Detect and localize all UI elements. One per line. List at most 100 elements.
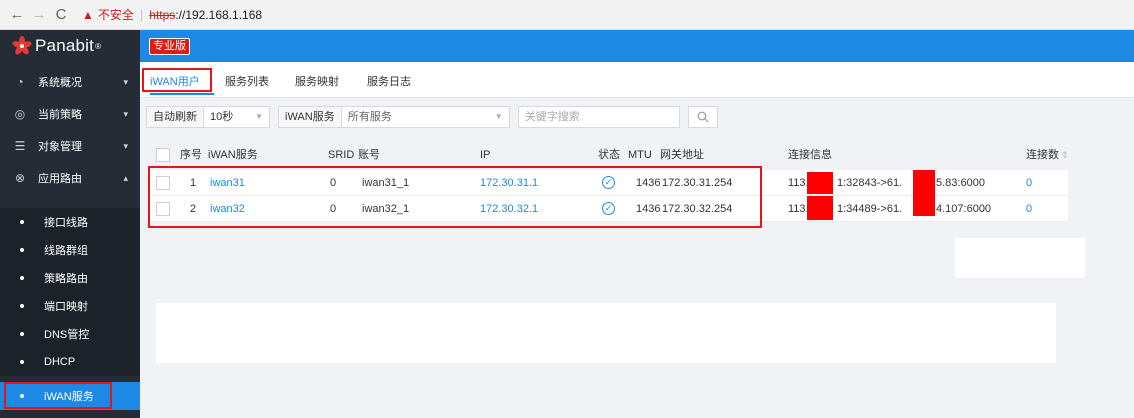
- sidebar-item-app-routing[interactable]: ⊗ 应用路由 ▴: [0, 162, 140, 194]
- cell-connection-info-b: 1:32843->61.: [837, 177, 903, 189]
- sidebar-subitem-label: DHCP: [44, 356, 76, 368]
- dropdown-arrow-icon: ▼: [255, 112, 263, 121]
- bullet-icon: [20, 220, 24, 224]
- content-area: 自动刷新 10秒 ▼ iWAN服务 所有服务 ▼ 关键字搜索 序号 iWAN服务…: [140, 98, 1134, 418]
- sidebar-subitem-label: 端口映射: [44, 301, 88, 313]
- auto-refresh-select[interactable]: 10秒 ▼: [204, 106, 270, 128]
- sort-icon: ⇕: [1061, 150, 1069, 160]
- cell-connection-count[interactable]: 0: [1026, 170, 1032, 196]
- security-warning[interactable]: ▲ 不安全: [82, 6, 134, 23]
- sidebar-item-objects[interactable]: ☰ 对象管理 ▾: [0, 130, 140, 162]
- sidebar-subitem-policy-routing[interactable]: 策略路由: [0, 264, 140, 292]
- search-icon: [697, 111, 709, 123]
- tab-service-list[interactable]: 服务列表: [225, 73, 269, 89]
- auto-refresh-label: 自动刷新: [146, 106, 204, 128]
- col-connection-count-label: 连接数: [1026, 149, 1059, 161]
- keyword-search-input[interactable]: 关键字搜索: [517, 106, 680, 128]
- logo-registered: ®: [95, 41, 101, 51]
- background-panel: [955, 238, 1085, 278]
- tab-service-log[interactable]: 服务日志: [367, 73, 411, 89]
- col-status: 状态: [598, 149, 620, 161]
- col-account: 账号: [358, 149, 380, 161]
- chevron-up-icon: ▴: [123, 172, 128, 183]
- bullet-icon: [20, 248, 24, 252]
- filter-toolbar: 自动刷新 10秒 ▼ iWAN服务 所有服务 ▼ 关键字搜索: [146, 106, 718, 128]
- col-connection-info: 连接信息: [788, 149, 832, 161]
- sidebar-subitem-dhcp[interactable]: DHCP: [0, 348, 140, 376]
- sidebar-item-overview[interactable]: ◔ 系统概况 ▾: [0, 66, 140, 98]
- iwan-service-value: 所有服务: [347, 111, 392, 123]
- security-label: 不安全: [97, 8, 134, 22]
- redaction-block: [807, 172, 833, 194]
- cell-connection-count[interactable]: 0: [1026, 196, 1032, 222]
- cell-connection-info-c: 5.83:6000: [936, 177, 985, 189]
- browser-toolbar: ← → C ▲ 不安全 | https://192.168.1.168: [0, 0, 1134, 30]
- sidebar-item-policy[interactable]: ◎ 当前策略 ▾: [0, 98, 140, 130]
- chevron-down-icon: ▾: [123, 76, 128, 87]
- logo-text: Panabit: [35, 36, 95, 55]
- sidebar-subitem-label: 线路群组: [44, 245, 88, 257]
- highlight-box: [4, 382, 112, 409]
- app-header: Panabit ® 专业版: [0, 30, 1134, 62]
- sidebar-subitem-label: 策略路由: [44, 273, 88, 285]
- bullet-icon: [20, 276, 24, 280]
- iwan-service-select[interactable]: 所有服务 ▼: [341, 106, 510, 128]
- sidebar-subitem-interface-lines[interactable]: 接口线路: [0, 208, 140, 236]
- bullet-icon: [20, 304, 24, 308]
- reload-icon[interactable]: C: [50, 6, 72, 23]
- col-srid: SRID: [328, 149, 355, 161]
- redaction-block: [913, 170, 935, 196]
- sidebar: ◔ 系统概况 ▾ ◎ 当前策略 ▾ ☰ 对象管理 ▾ ⊗ 应用路由 ▴ 接口线路…: [0, 62, 140, 418]
- active-tab-indicator: [150, 93, 214, 95]
- tab-bar: iWAN用户 服务列表 服务映射 服务日志: [140, 62, 1134, 98]
- sidebar-subitem-line-groups[interactable]: 线路群组: [0, 236, 140, 264]
- background-panel: [156, 303, 1056, 363]
- redaction-block: [913, 196, 935, 216]
- col-index: 序号: [180, 149, 202, 161]
- back-icon[interactable]: ←: [6, 6, 28, 23]
- address-bar[interactable]: https://192.168.1.168: [149, 8, 262, 22]
- main-panel: iWAN用户 服务列表 服务映射 服务日志 自动刷新 10秒 ▼ iWAN服务 …: [140, 62, 1134, 418]
- sidebar-subitem-label: DNS管控: [44, 329, 90, 341]
- sidebar-item-label: 应用路由: [38, 173, 82, 185]
- col-ip: IP: [480, 149, 491, 161]
- auto-refresh-value: 10秒: [210, 111, 234, 123]
- edition-badge: 专业版: [149, 38, 190, 55]
- tab-service-mapping[interactable]: 服务映射: [295, 73, 339, 89]
- panabit-logo-icon: [12, 36, 32, 56]
- search-button[interactable]: [687, 106, 718, 128]
- policy-icon: ◎: [14, 107, 26, 121]
- redaction-block: [807, 196, 833, 220]
- sidebar-item-label: 系统概况: [38, 77, 82, 89]
- highlight-box: [142, 68, 212, 92]
- object-icon: ☰: [14, 139, 26, 153]
- url-host: ://192.168.1.168: [175, 7, 263, 22]
- bullet-icon: [20, 332, 24, 336]
- highlight-box: [148, 166, 762, 228]
- sidebar-subitem-dns-control[interactable]: DNS管控: [0, 320, 140, 348]
- sidebar-item-label: 当前策略: [38, 109, 82, 121]
- col-connection-count[interactable]: 连接数 ⇕: [1026, 142, 1069, 168]
- iwan-service-label: iWAN服务: [278, 106, 342, 128]
- cell-connection-info-b: 1:34489->61.: [837, 203, 903, 215]
- chevron-down-icon: ▾: [123, 108, 128, 119]
- sidebar-item-label: 对象管理: [38, 141, 82, 153]
- cell-connection-info-c: 4.107:6000: [936, 203, 992, 215]
- sidebar-subitem-label: 接口线路: [44, 217, 88, 229]
- col-service: iWAN服务: [208, 149, 258, 161]
- sidebar-subitem-port-mapping[interactable]: 端口映射: [0, 292, 140, 320]
- url-scheme: https: [149, 7, 176, 22]
- forward-icon[interactable]: →: [28, 6, 50, 23]
- dropdown-arrow-icon: ▼: [494, 112, 503, 121]
- table-header: 序号 iWAN服务 SRID 账号 IP 状态 MTU 网关地址 连接信息 连接…: [148, 142, 1069, 168]
- chevron-down-icon: ▾: [123, 140, 128, 151]
- bullet-icon: [20, 360, 24, 364]
- routing-icon: ⊗: [14, 171, 26, 185]
- col-mtu: MTU: [628, 149, 652, 161]
- select-all-checkbox[interactable]: [156, 148, 170, 162]
- col-gateway: 网关地址: [660, 149, 704, 161]
- address-divider: |: [139, 7, 144, 22]
- warning-icon: ▲: [82, 7, 94, 22]
- dashboard-icon: ◔: [16, 75, 24, 89]
- logo: Panabit ®: [0, 30, 140, 62]
